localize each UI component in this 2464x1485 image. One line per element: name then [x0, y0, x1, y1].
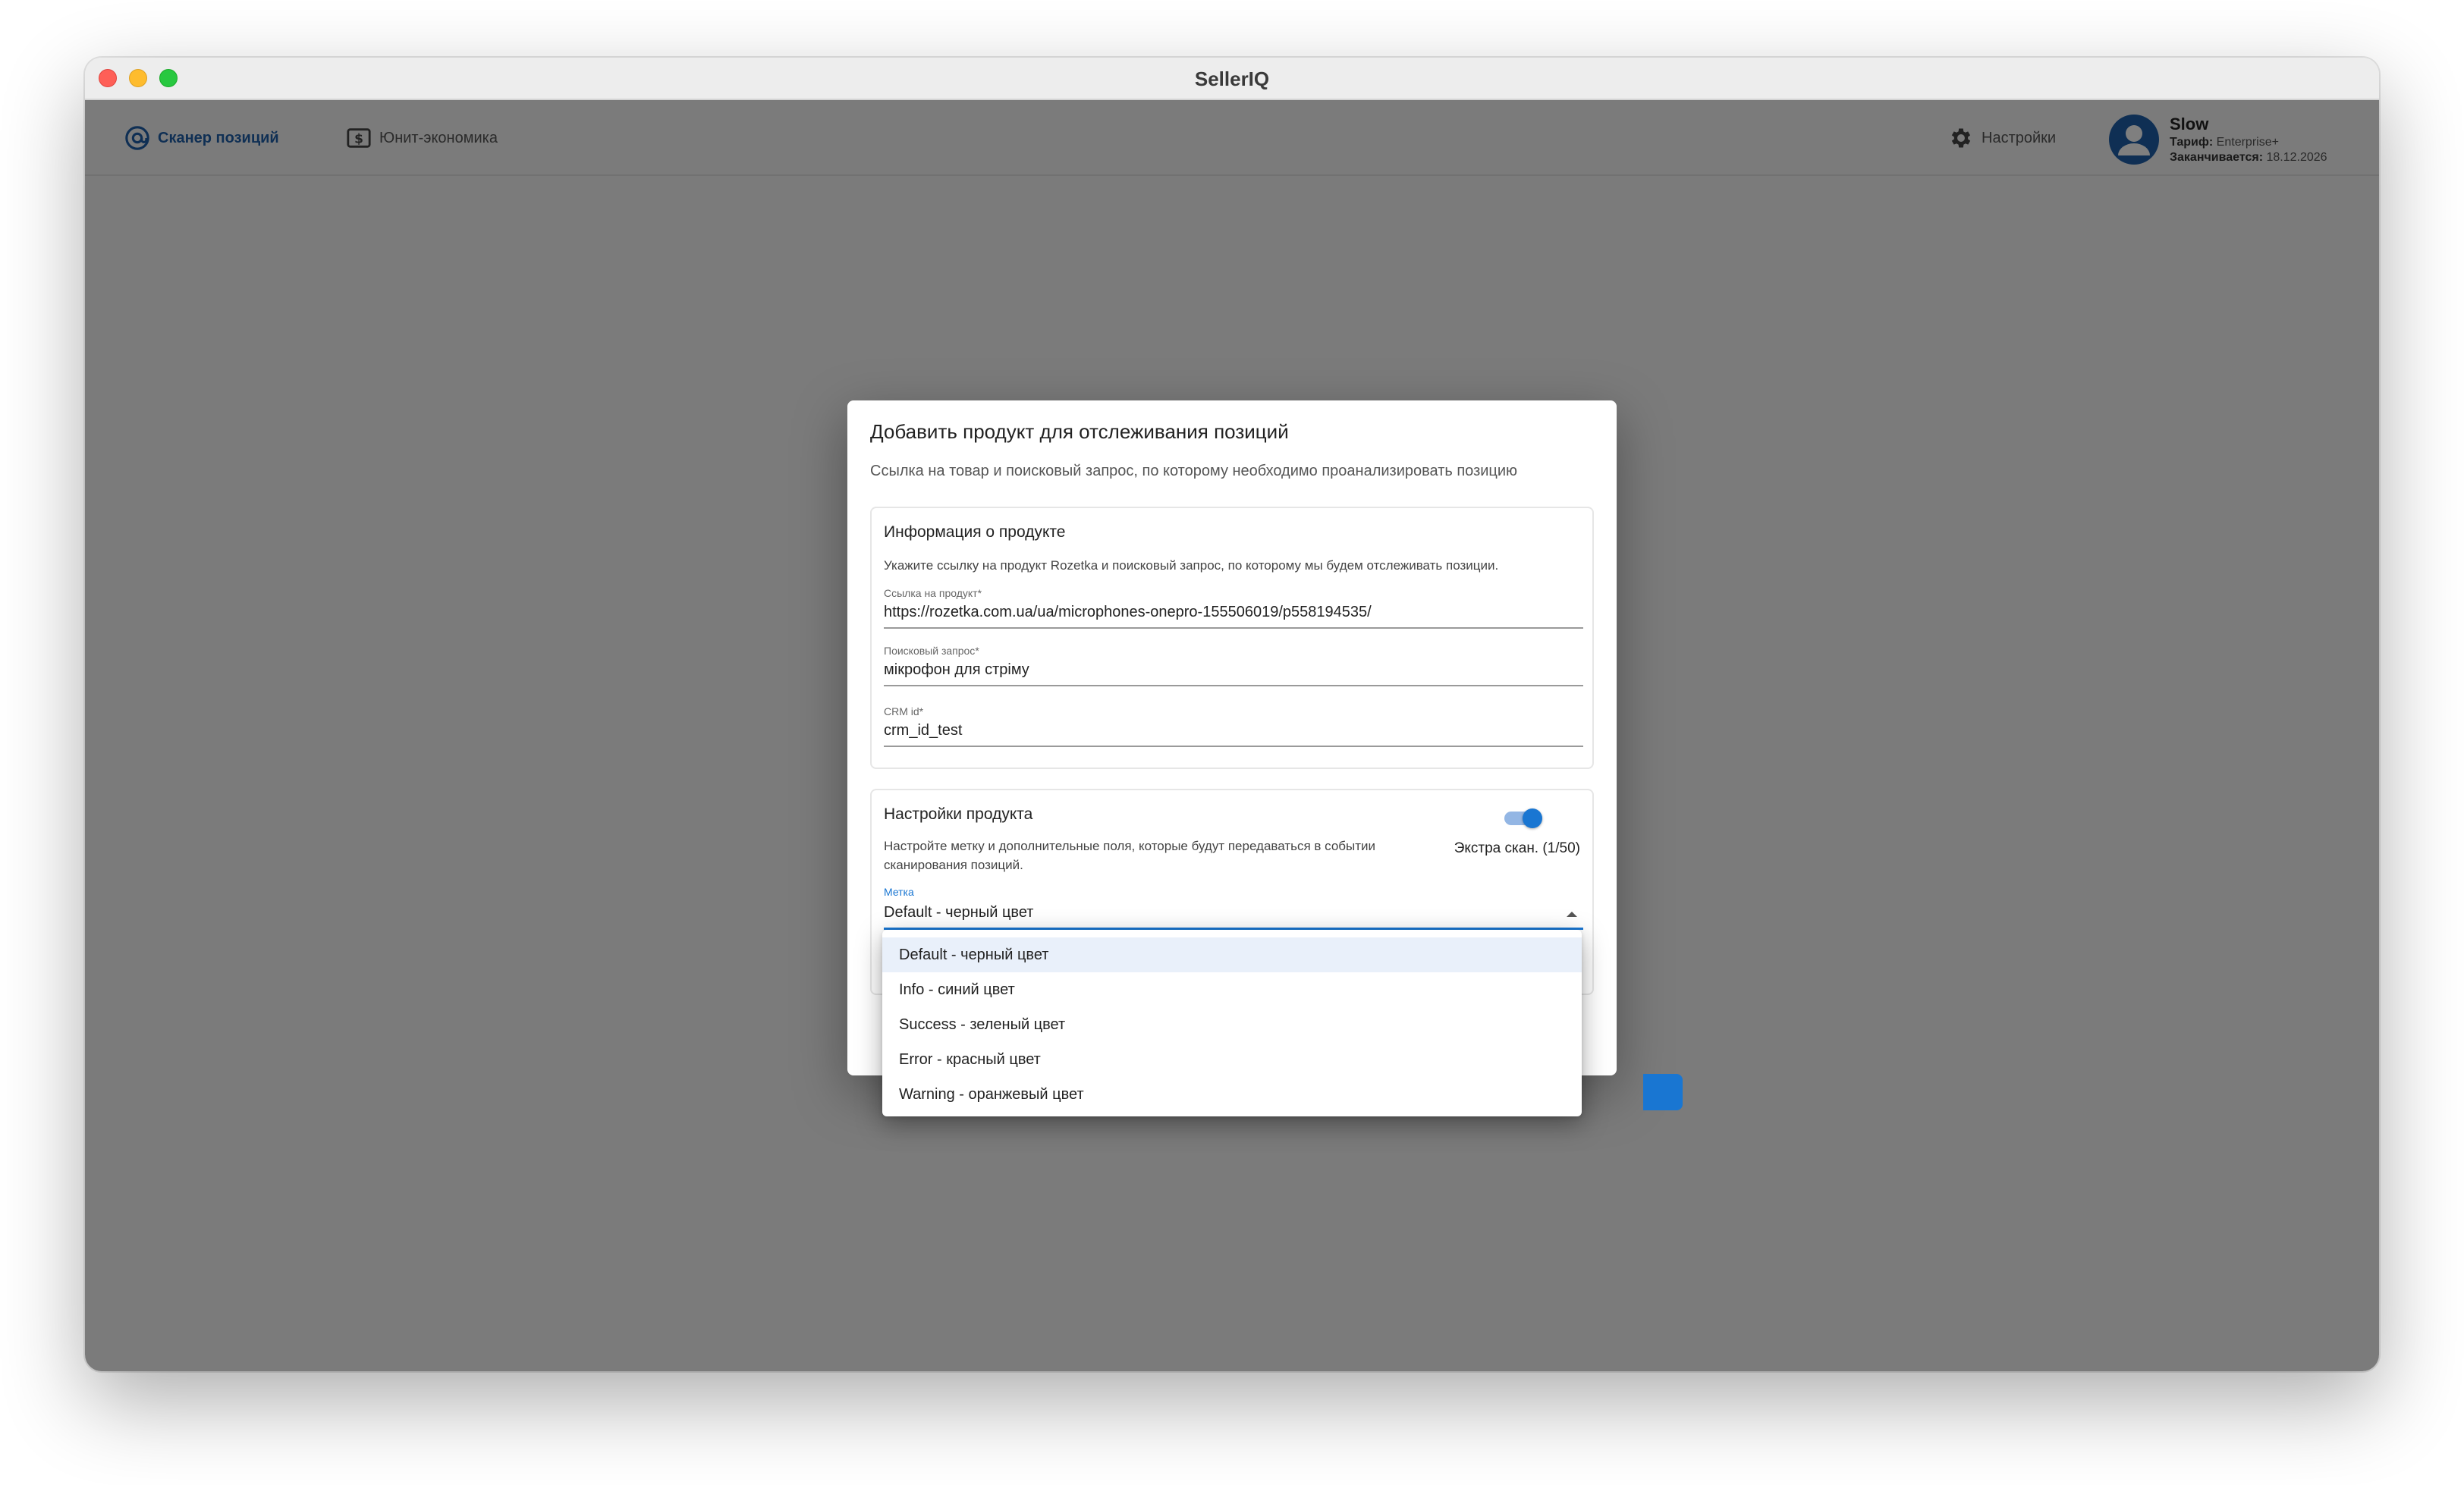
product-url-input[interactable]: https://rozetka.com.ua/ua/microphones-on… — [884, 604, 1583, 627]
menu-option-success[interactable]: Success - зеленый цвет — [882, 1007, 1582, 1042]
label-select-label: Метка — [884, 886, 914, 898]
search-query-label-text: Поисковый запрос — [884, 645, 976, 657]
caret-up-icon[interactable] — [1567, 912, 1577, 917]
crm-id-label-text: CRM id — [884, 705, 919, 717]
add-product-button[interactable] — [1643, 1074, 1683, 1110]
menu-option-warning[interactable]: Warning - оранжевый цвет — [882, 1077, 1582, 1112]
product-url-label-text: Ссылка на продукт — [884, 587, 978, 599]
extra-scan-toggle[interactable] — [1504, 808, 1542, 828]
toggle-thumb — [1523, 808, 1542, 828]
product-info-title: Информация о продукте — [884, 523, 1066, 541]
search-query-field[interactable]: Поисковый запрос* мікрофон для стріму — [884, 645, 1583, 686]
app-window: SellerIQ Сканер позиций $ Юнит-экономика — [85, 58, 2379, 1371]
product-settings-title: Настройки продукта — [884, 805, 1033, 823]
menu-option-error[interactable]: Error - красный цвет — [882, 1042, 1582, 1077]
dialog-subtitle: Ссылка на товар и поисковый запрос, по к… — [870, 463, 1518, 479]
product-url-label: Ссылка на продукт* — [884, 587, 1583, 599]
window-title: SellerIQ — [1194, 68, 1270, 90]
extra-scan-label: Экстра скан. (1/50) — [1454, 840, 1580, 856]
label-select[interactable]: Метка Default - черный цвет — [884, 886, 1583, 930]
menu-option-default[interactable]: Default - черный цвет — [882, 937, 1582, 972]
required-mark: * — [919, 705, 924, 717]
crm-id-label: CRM id* — [884, 705, 1583, 717]
label-options-menu: Default - черный цвет Info - синий цвет … — [882, 930, 1582, 1116]
label-select-value[interactable]: Default - черный цвет — [884, 904, 1583, 928]
search-query-label: Поисковый запрос* — [884, 645, 1583, 657]
product-info-description: Укажите ссылку на продукт Rozetka и поис… — [884, 558, 1499, 573]
crm-id-field[interactable]: CRM id* crm_id_test — [884, 705, 1583, 747]
product-settings-description: Настройте метку и дополнительные поля, к… — [884, 839, 1376, 872]
required-mark: * — [977, 587, 982, 599]
product-url-field[interactable]: Ссылка на продукт* https://rozetka.com.u… — [884, 587, 1583, 629]
menu-option-info[interactable]: Info - синий цвет — [882, 972, 1582, 1007]
product-info-card: Информация о продукте Укажите ссылку на … — [870, 507, 1594, 769]
crm-id-input[interactable]: crm_id_test — [884, 722, 1583, 746]
title-bar: SellerIQ — [85, 58, 2379, 100]
dialog-title: Добавить продукт для отслеживания позици… — [870, 420, 1289, 443]
required-mark: * — [975, 645, 979, 657]
search-query-input[interactable]: мікрофон для стріму — [884, 661, 1583, 685]
